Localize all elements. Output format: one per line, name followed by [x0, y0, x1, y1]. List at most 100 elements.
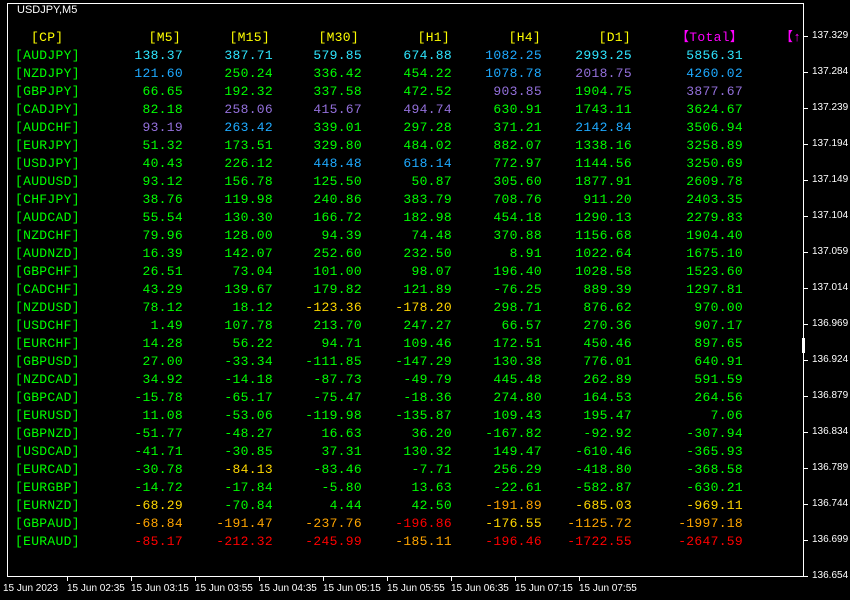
timeframe-value: 34.92	[142, 372, 183, 387]
timeframe-value: -237.76	[305, 516, 362, 531]
timeframe-value: 336.42	[313, 66, 362, 81]
timeframe-value: 66.65	[142, 84, 183, 99]
price-label: 136.699	[812, 534, 849, 545]
timeframe-value: 415.67	[313, 102, 362, 117]
timeframe-value: -41.71	[134, 444, 183, 459]
current-price-marker	[802, 338, 805, 353]
timeframe-value: 173.51	[224, 138, 273, 153]
timeframe-value: 51.32	[142, 138, 183, 153]
timeframe-value: 130.32	[403, 444, 452, 459]
timeframe-value: -76.25	[493, 282, 542, 297]
timeframe-value: -70.84	[224, 498, 273, 513]
time-tick	[195, 577, 196, 581]
timeframe-value: 1743.11	[575, 102, 632, 117]
timeframe-value: 36.20	[411, 426, 452, 441]
timeframe-value: -14.18	[224, 372, 273, 387]
timeframe-value: 179.82	[313, 282, 362, 297]
total-value: 3250.69	[686, 156, 743, 171]
timeframe-value: 128.00	[224, 228, 273, 243]
timeframe-value: 329.80	[313, 138, 362, 153]
total-value: 970.00	[694, 300, 743, 315]
total-value: 897.65	[694, 336, 743, 351]
timeframe-value: 252.60	[313, 246, 362, 261]
timeframe-value: -111.85	[305, 354, 362, 369]
time-tick	[259, 577, 260, 581]
timeframe-value: -14.72	[134, 480, 183, 495]
price-tick	[804, 576, 808, 577]
pair-label: [NZDJPY]	[15, 66, 80, 81]
header-arrow: 【↑	[780, 30, 802, 45]
pair-label: [USDCAD]	[15, 444, 80, 459]
price-tick	[804, 108, 808, 109]
time-tick	[451, 577, 452, 581]
total-value: 3506.94	[686, 120, 743, 135]
timeframe-value: 1144.56	[575, 156, 632, 171]
timeframe-value: 98.07	[411, 264, 452, 279]
total-value: 1675.10	[686, 246, 743, 261]
time-tick	[515, 577, 516, 581]
timeframe-value: 82.18	[142, 102, 183, 117]
timeframe-value: -92.92	[583, 426, 632, 441]
timeframe-value: 66.57	[501, 318, 542, 333]
timeframe-value: 93.12	[142, 174, 183, 189]
timeframe-value: -1125.72	[567, 516, 632, 531]
timeframe-value: -610.46	[575, 444, 632, 459]
chart-symbol-title: USDJPY,M5	[17, 4, 78, 16]
time-tick	[579, 577, 580, 581]
timeframe-value: 1156.68	[575, 228, 632, 243]
time-tick	[67, 577, 68, 581]
price-label: 136.879	[812, 390, 849, 401]
timeframe-value: 138.37	[134, 48, 183, 63]
pair-label: [AUDCHF]	[15, 120, 80, 135]
timeframe-value: -178.20	[395, 300, 452, 315]
pair-label: [EURAUD]	[15, 534, 80, 549]
timeframe-value: -582.87	[575, 480, 632, 495]
timeframe-value: -212.32	[216, 534, 273, 549]
timeframe-value: 101.00	[313, 264, 362, 279]
total-value: -630.21	[686, 480, 743, 495]
timeframe-value: -176.55	[485, 516, 542, 531]
timeframe-value: 383.79	[403, 192, 452, 207]
total-value: -1997.18	[678, 516, 743, 531]
timeframe-value: 2142.84	[575, 120, 632, 135]
timeframe-value: -15.78	[134, 390, 183, 405]
timeframe-value: 213.70	[313, 318, 362, 333]
price-label: 137.014	[812, 282, 849, 293]
price-tick	[804, 252, 808, 253]
timeframe-value: 172.51	[493, 336, 542, 351]
timeframe-value: 484.02	[403, 138, 452, 153]
total-value: 3624.67	[686, 102, 743, 117]
timeframe-value: 14.28	[142, 336, 183, 351]
total-value: 2279.83	[686, 210, 743, 225]
timeframe-value: 247.27	[403, 318, 452, 333]
timeframe-value: -196.86	[395, 516, 452, 531]
timeframe-value: 270.36	[583, 318, 632, 333]
timeframe-value: 94.39	[321, 228, 362, 243]
timeframe-value: 371.21	[493, 120, 542, 135]
timeframe-value: 876.62	[583, 300, 632, 315]
timeframe-value: -85.17	[134, 534, 183, 549]
timeframe-value: -17.84	[224, 480, 273, 495]
timeframe-value: 43.29	[142, 282, 183, 297]
time-label: 15 Jun 04:35	[259, 583, 317, 594]
timeframe-value: -68.84	[134, 516, 183, 531]
timeframe-value: 2018.75	[575, 66, 632, 81]
header-h4: [H4]	[508, 30, 541, 45]
timeframe-value: 911.20	[583, 192, 632, 207]
timeframe-value: 166.72	[313, 210, 362, 225]
time-label: 15 Jun 06:35	[451, 583, 509, 594]
timeframe-value: 240.86	[313, 192, 362, 207]
timeframe-value: 232.50	[403, 246, 452, 261]
timeframe-value: -22.61	[493, 480, 542, 495]
total-value: 907.17	[694, 318, 743, 333]
time-label: 15 Jun 05:55	[387, 583, 445, 594]
price-label: 136.969	[812, 318, 849, 329]
time-label: 15 Jun 05:15	[323, 583, 381, 594]
timeframe-value: 1022.64	[575, 246, 632, 261]
timeframe-value: 630.91	[493, 102, 542, 117]
timeframe-value: 776.01	[583, 354, 632, 369]
price-label: 137.149	[812, 174, 849, 185]
total-value: 4260.02	[686, 66, 743, 81]
timeframe-value: -135.87	[395, 408, 452, 423]
timeframe-value: 11.08	[142, 408, 183, 423]
